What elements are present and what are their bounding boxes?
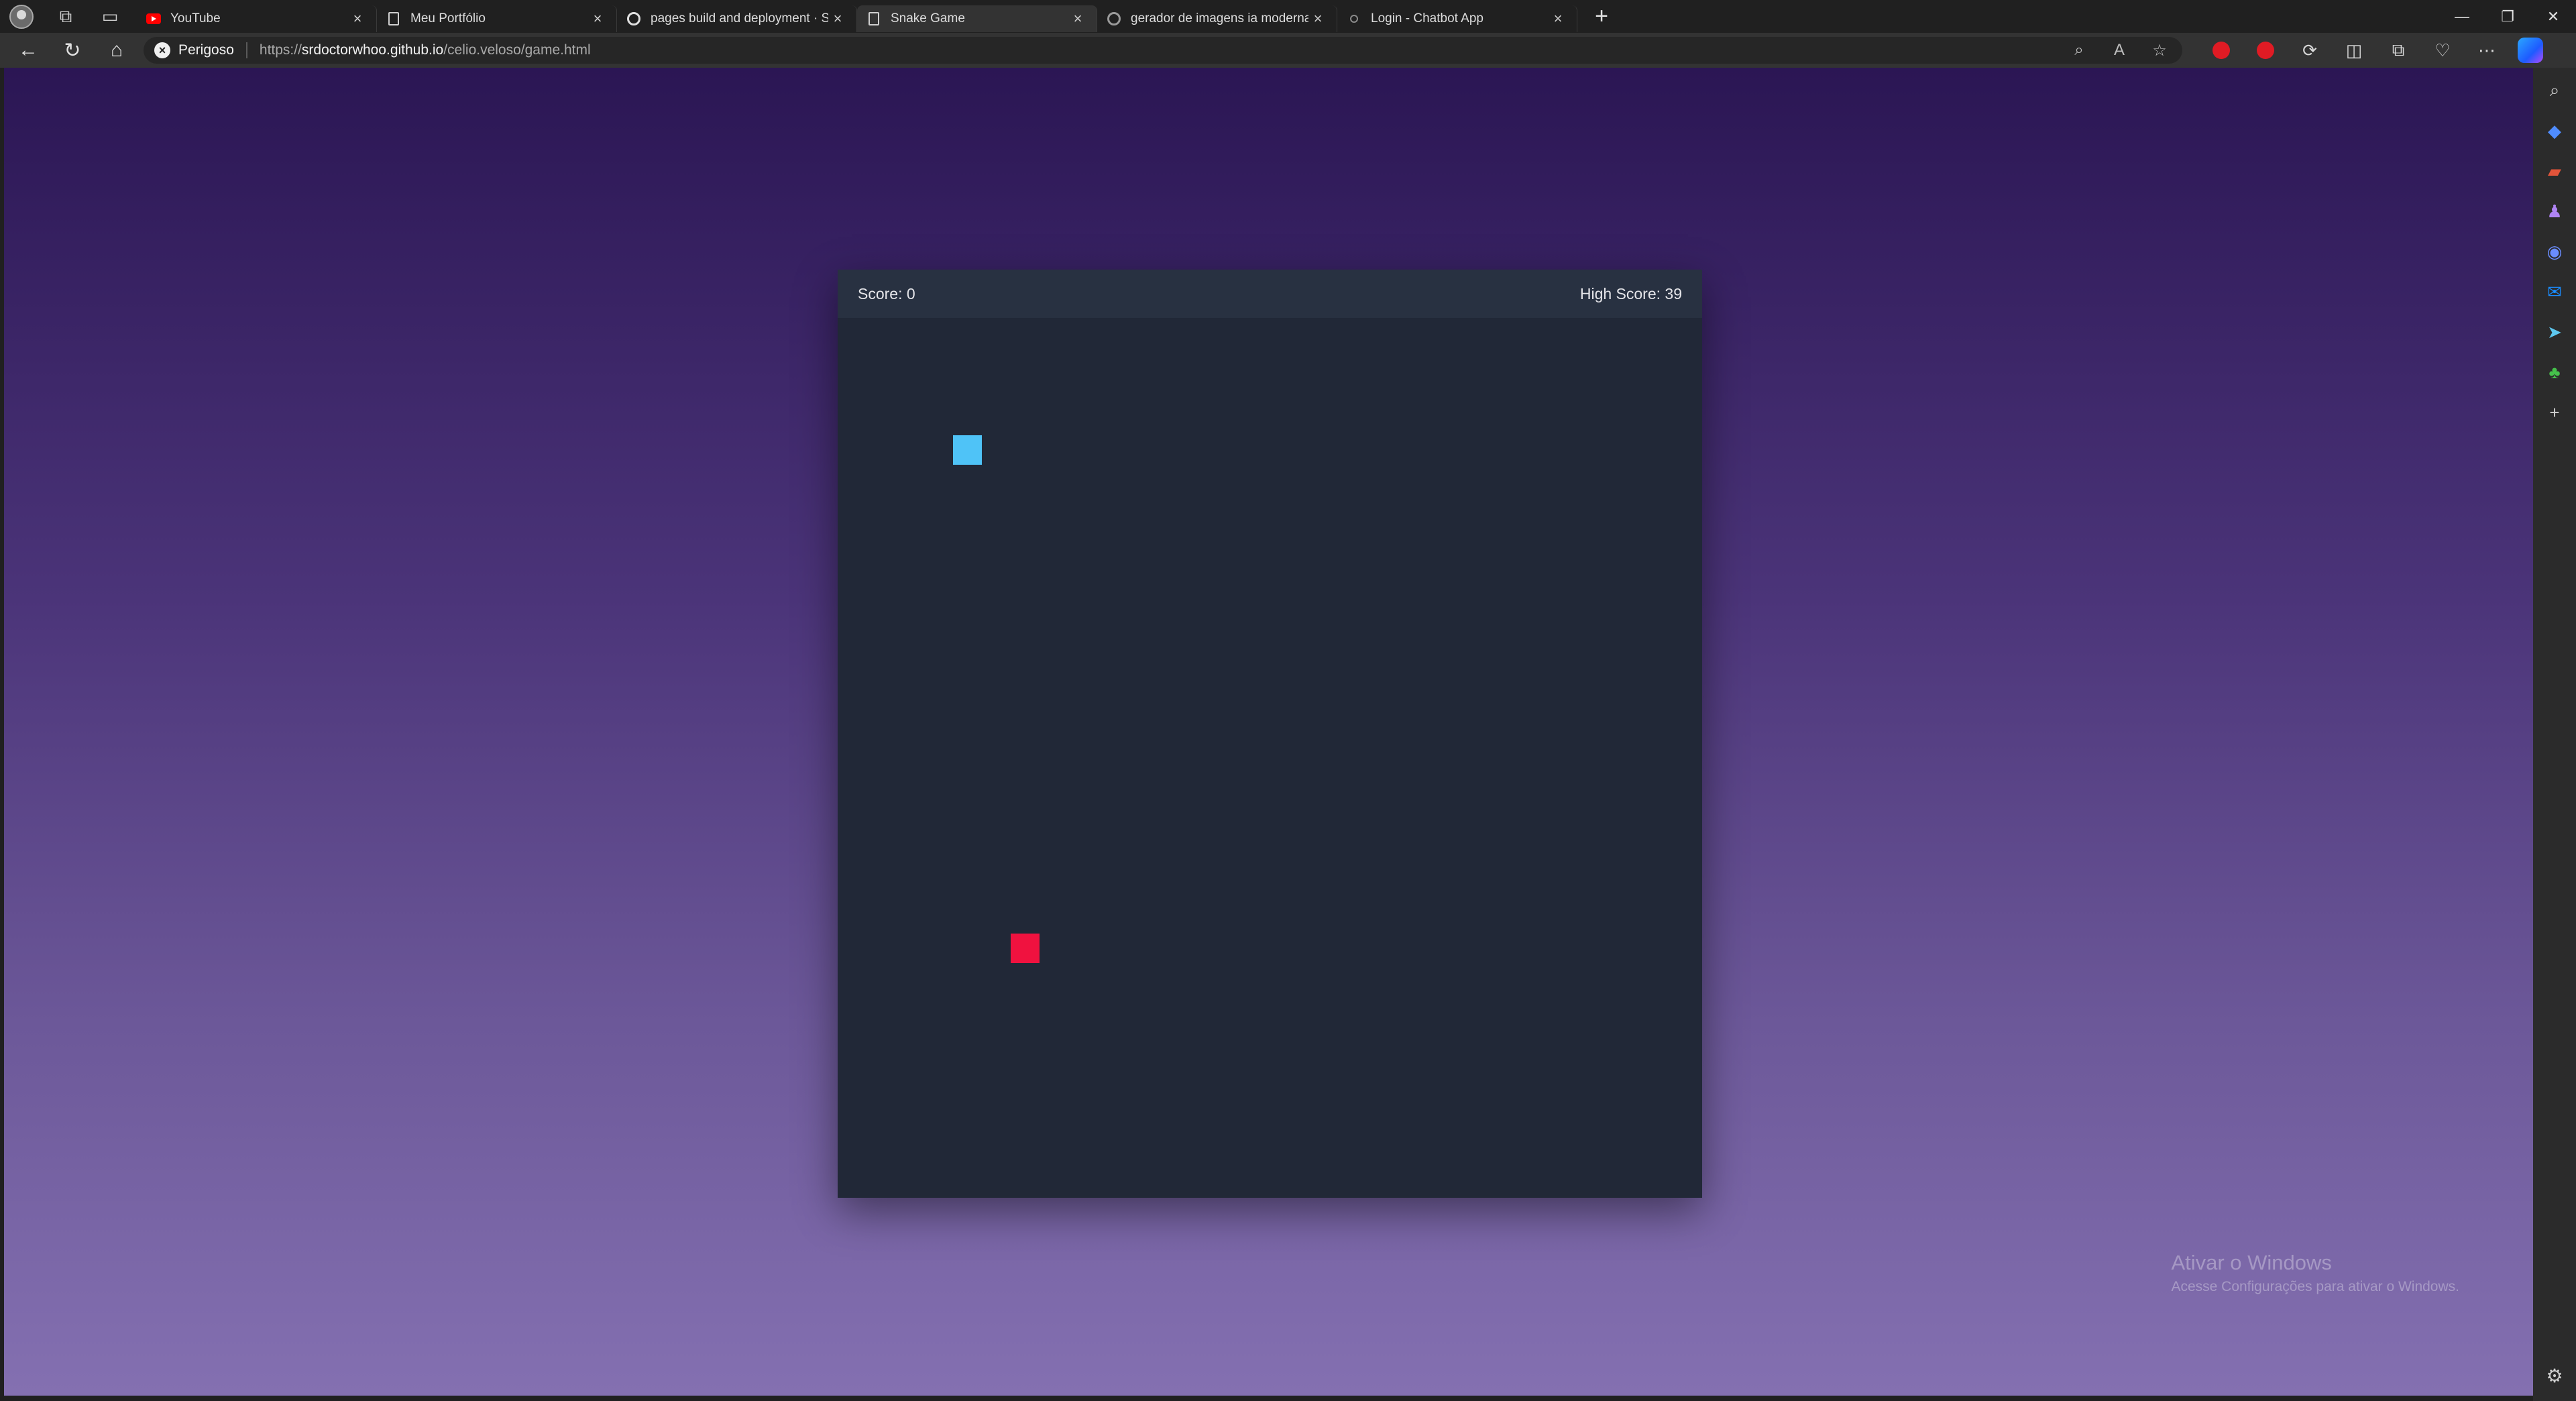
security-label[interactable]: Perigoso bbox=[178, 42, 234, 58]
tab-1[interactable]: YouTube × bbox=[137, 5, 377, 32]
restore-icon[interactable]: ❐ bbox=[2485, 0, 2530, 33]
copilot-icon[interactable] bbox=[2518, 38, 2543, 63]
tab-title: pages build and deployment · Sr bbox=[651, 11, 828, 25]
url-prefix: https:// bbox=[259, 42, 302, 58]
windows-activation-watermark: Ativar o Windows Acesse Configurações pa… bbox=[2171, 1251, 2459, 1295]
minimize-icon[interactable]: — bbox=[2439, 0, 2485, 33]
tab-close-icon[interactable]: × bbox=[1549, 10, 1567, 27]
tab-title: Login - Chatbot App bbox=[1371, 11, 1483, 25]
document-icon bbox=[866, 11, 881, 26]
tab-close-icon[interactable]: × bbox=[1308, 10, 1327, 27]
read-aloud-icon[interactable]: A bbox=[2106, 37, 2133, 64]
split-screen-icon[interactable]: ◫ bbox=[2339, 36, 2369, 65]
youtube-icon bbox=[146, 11, 161, 26]
score-bar: Score: 0 High Score: 39 bbox=[838, 270, 1702, 318]
tab-strip: ⧉ ▭ YouTube × Meu Portfólio × pages build an… bbox=[0, 0, 2576, 33]
tab-2[interactable]: Meu Portfólio × bbox=[377, 5, 617, 32]
tab-close-icon[interactable]: × bbox=[588, 10, 607, 27]
tab-actions-icon[interactable]: ▭ bbox=[95, 2, 125, 32]
tab-title: gerador de imagens ia moderna bbox=[1131, 11, 1308, 25]
extension-red-icon-2[interactable] bbox=[2251, 36, 2280, 65]
url-text[interactable]: https://srdoctorwhoo.github.io/celio.vel… bbox=[260, 42, 591, 58]
tab-close-icon[interactable]: × bbox=[828, 10, 847, 27]
add-sidebar-app-icon[interactable]: + bbox=[2540, 399, 2569, 426]
page-viewport: Score: 0 High Score: 39 Ativar o Windows… bbox=[4, 68, 2533, 1396]
google-icon bbox=[1107, 11, 1121, 26]
tab-title: YouTube bbox=[170, 11, 221, 25]
extension-red-icon[interactable] bbox=[2206, 36, 2236, 65]
back-icon[interactable]: ← bbox=[13, 36, 43, 65]
score-text: Score: 0 bbox=[858, 284, 915, 302]
document-icon bbox=[386, 11, 401, 26]
refresh-icon[interactable]: ↻ bbox=[58, 36, 87, 65]
address-bar[interactable]: × Perigoso https://srdoctorwhoo.github.i… bbox=[144, 37, 2182, 64]
new-tab-button[interactable]: + bbox=[1587, 2, 1616, 32]
high-score-text: High Score: 39 bbox=[1579, 284, 1682, 302]
collections-icon[interactable]: ⧉ bbox=[2384, 36, 2413, 65]
danger-icon[interactable]: × bbox=[154, 42, 170, 58]
copilot-sidebar-icon[interactable]: ◉ bbox=[2540, 238, 2569, 265]
github-icon bbox=[626, 11, 641, 26]
tab-5[interactable]: gerador de imagens ia moderna × bbox=[1097, 5, 1337, 32]
url-path: /celio.veloso/game.html bbox=[443, 42, 591, 58]
send-icon[interactable]: ➤ bbox=[2540, 319, 2569, 345]
shopping-tag-icon[interactable]: ◆ bbox=[2540, 117, 2569, 144]
tab-4[interactable]: Snake Game × bbox=[857, 5, 1097, 32]
profile-avatar[interactable] bbox=[7, 2, 36, 32]
extensions-icon[interactable]: ⟳ bbox=[2295, 36, 2325, 65]
games-icon[interactable]: ♟ bbox=[2540, 198, 2569, 225]
snake-head bbox=[952, 435, 982, 465]
tab-list: YouTube × Meu Portfólio × pages build and de… bbox=[137, 0, 1577, 33]
outlook-icon[interactable]: ✉ bbox=[2540, 278, 2569, 305]
loading-icon bbox=[1347, 11, 1361, 26]
tree-icon[interactable]: ♣ bbox=[2540, 359, 2569, 386]
workspaces-icon[interactable]: ⧉ bbox=[51, 2, 80, 32]
tab-6[interactable]: Login - Chatbot App × bbox=[1337, 5, 1577, 32]
more-menu-icon[interactable]: ⋯ bbox=[2472, 36, 2502, 65]
avatar-icon bbox=[9, 4, 34, 29]
settings-gear-icon[interactable]: ⚙ bbox=[2540, 1362, 2569, 1389]
watermark-subtitle: Acesse Configurações para ativar o Windo… bbox=[2171, 1279, 2459, 1294]
tab-close-icon[interactable]: × bbox=[348, 10, 367, 27]
watermark-title: Ativar o Windows bbox=[2171, 1251, 2332, 1274]
tab-title: Snake Game bbox=[891, 11, 965, 25]
tab-title: Meu Portfólio bbox=[410, 11, 486, 25]
tab-close-icon[interactable]: × bbox=[1068, 10, 1087, 27]
game-board[interactable] bbox=[838, 318, 1702, 1198]
food-pellet bbox=[1010, 934, 1040, 964]
favorite-star-icon[interactable]: ☆ bbox=[2146, 37, 2173, 64]
browser-toolbar: ← ↻ ⌂ × Perigoso https://srdoctorwhoo.gi… bbox=[0, 33, 2576, 68]
tab-3[interactable]: pages build and deployment · Sr × bbox=[617, 5, 857, 32]
performance-icon[interactable]: ♡ bbox=[2428, 36, 2457, 65]
url-host: srdoctorwhoo.github.io bbox=[301, 42, 444, 58]
zoom-out-icon[interactable]: ⌕ bbox=[2066, 37, 2092, 64]
search-icon[interactable]: ⌕ bbox=[2540, 77, 2569, 104]
snake-game-container: Score: 0 High Score: 39 bbox=[838, 270, 1702, 1198]
tools-icon[interactable]: ▰ bbox=[2540, 158, 2569, 184]
close-window-icon[interactable]: ✕ bbox=[2530, 0, 2576, 33]
home-icon[interactable]: ⌂ bbox=[102, 36, 131, 65]
edge-sidebar: ⌕ ◆ ▰ ♟ ◉ ✉ ➤ ♣ + ⚙ bbox=[2533, 68, 2576, 1401]
divider bbox=[245, 42, 247, 58]
